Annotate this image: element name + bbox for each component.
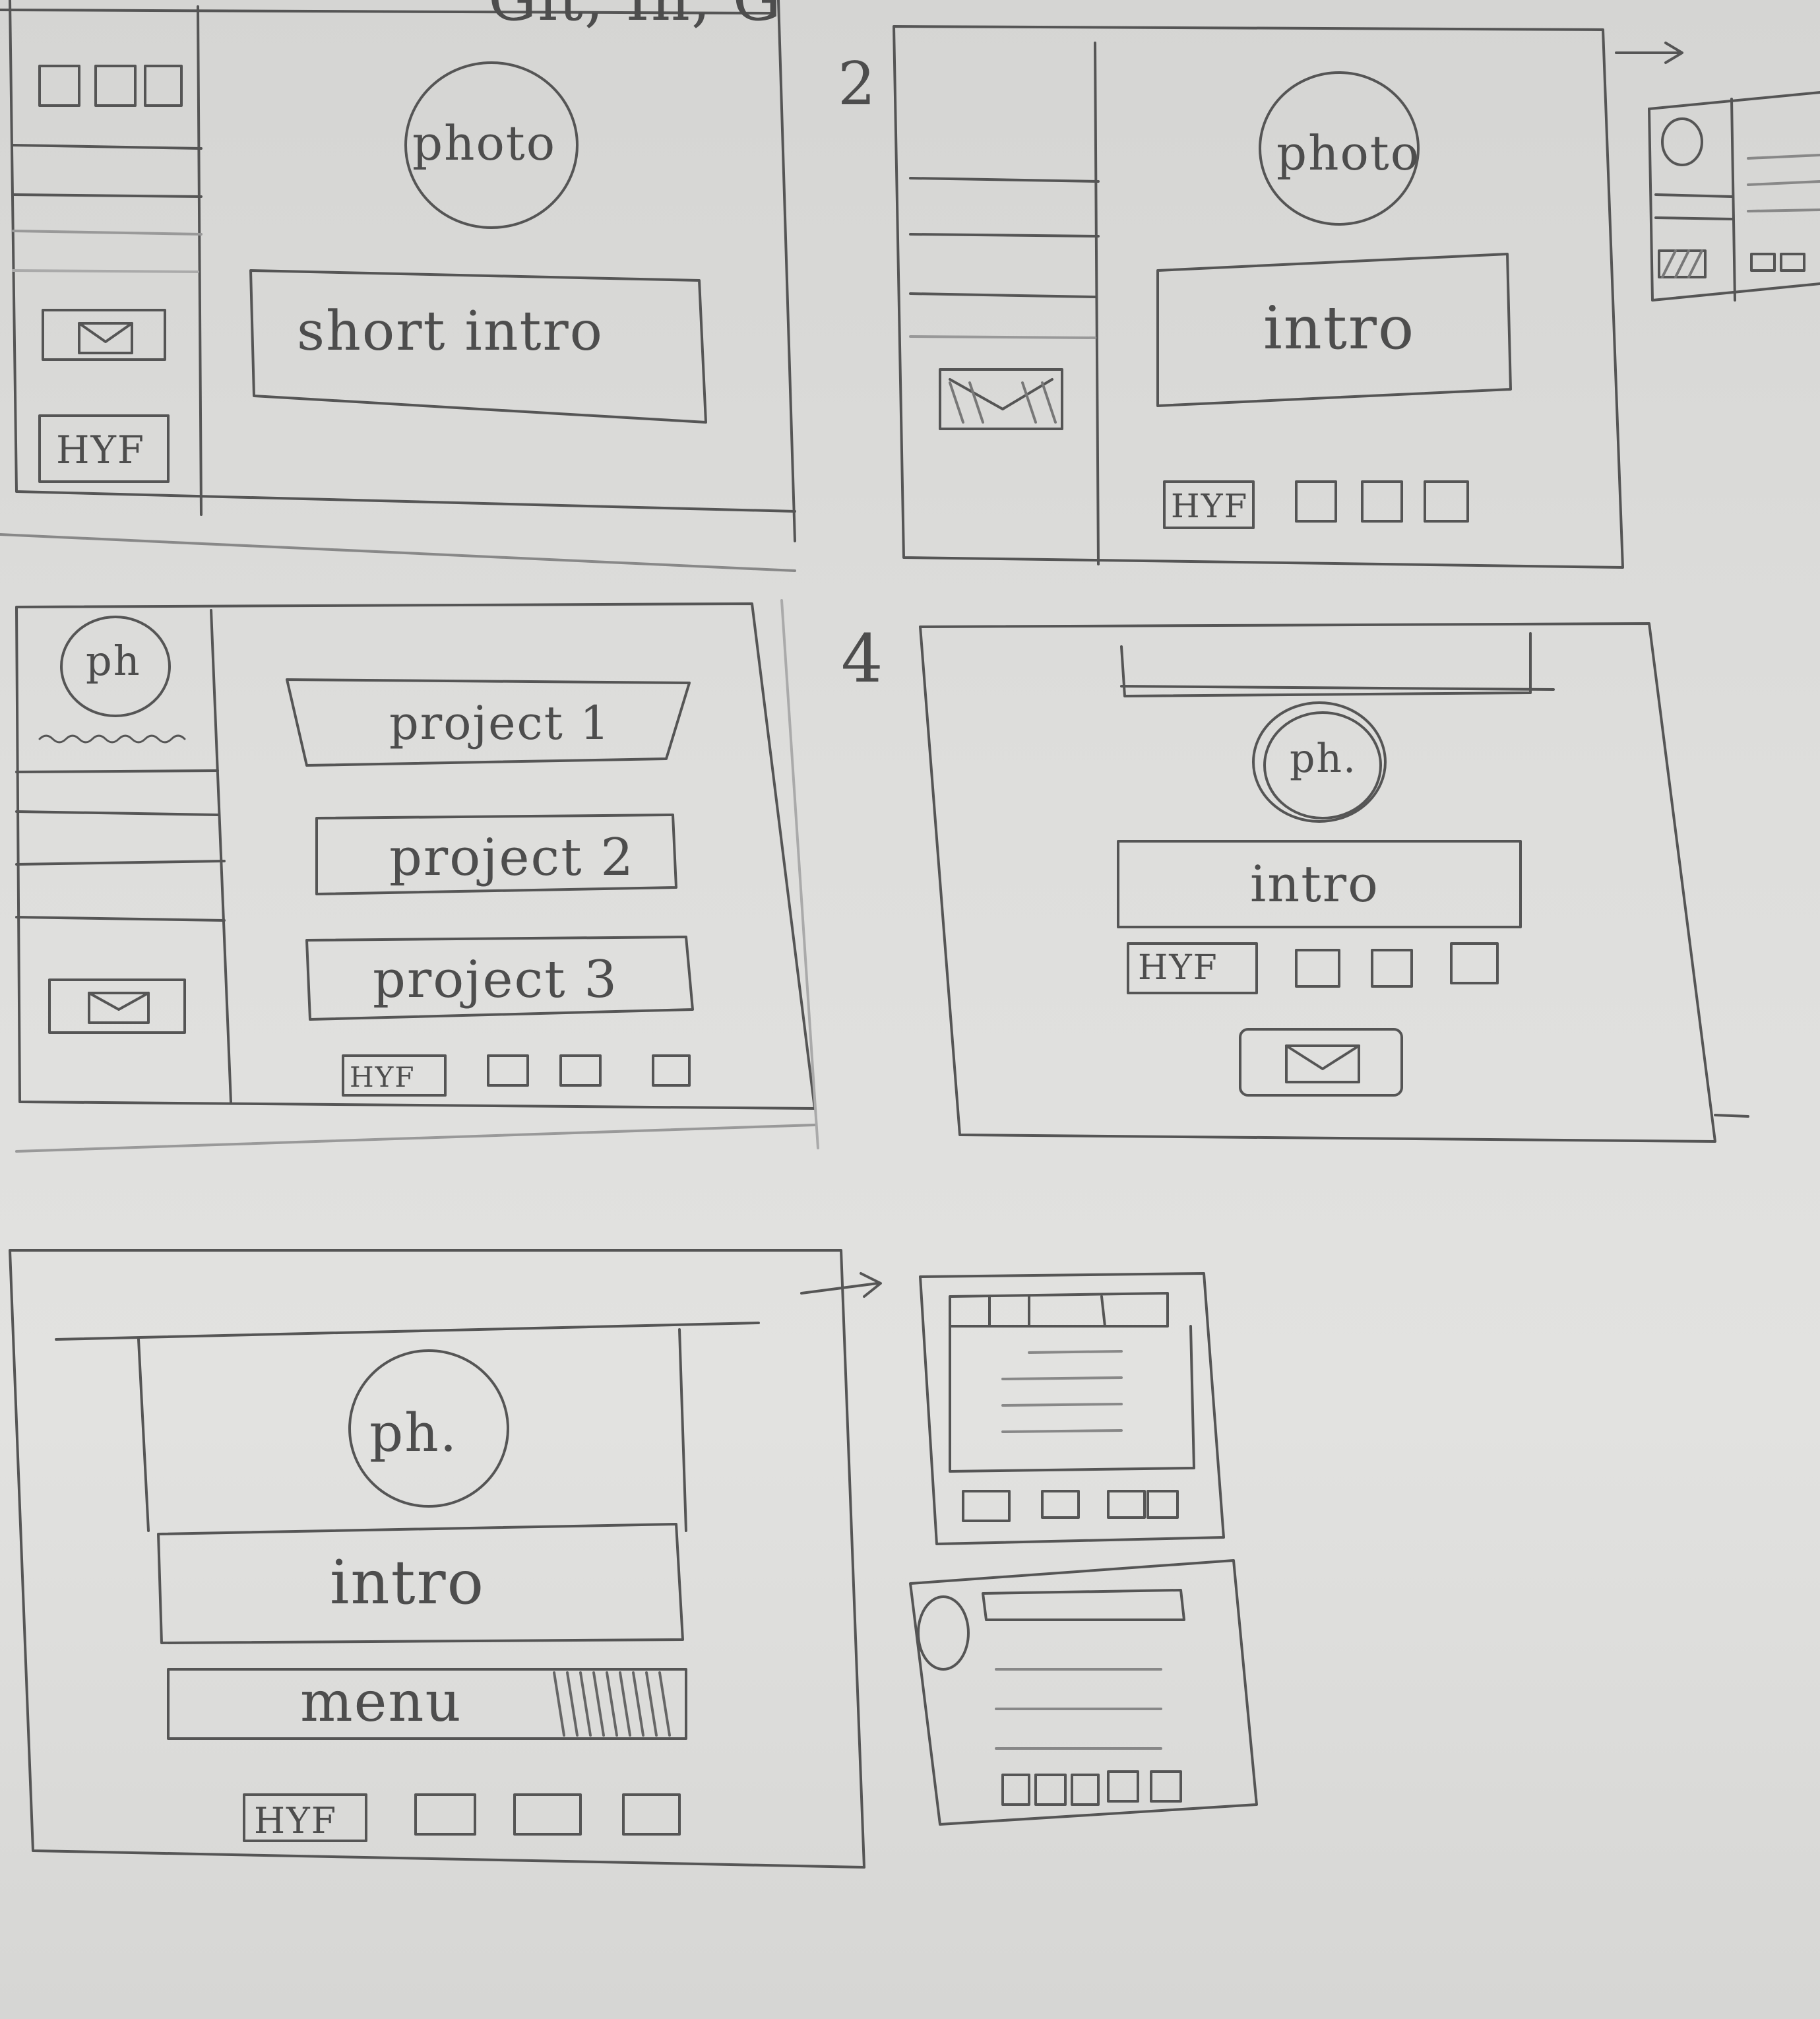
sketch-5-photo-label: ph. <box>369 1402 458 1463</box>
pencil-sketches <box>0 0 1820 1869</box>
top-note: Git, In, G <box>488 0 782 34</box>
sketch-4-photo-label: ph. <box>1290 736 1358 782</box>
sketch-2-mobile-thumbnail <box>1615 42 1820 302</box>
sketch-4-intro-label: intro <box>1250 854 1379 913</box>
sketch-number-4: 4 <box>841 620 885 697</box>
sketch-3-photo-label: ph <box>86 637 141 685</box>
sketch-3-project-1: project 1 <box>389 696 611 750</box>
sketch-1-intro-label: short intro <box>297 300 604 363</box>
sketch-1-wireframe <box>0 0 796 572</box>
sketch-3-project-2: project 2 <box>389 828 635 887</box>
sketch-5-thumbnails <box>800 1272 1258 1826</box>
sketch-4-hyf-badge: HYF <box>1138 948 1218 988</box>
sketch-2-photo-label: photo <box>1276 125 1421 181</box>
sketch-2-hyf-badge: HYF <box>1171 487 1249 525</box>
sketch-5-hyf-badge: HYF <box>254 1800 338 1842</box>
sketch-number-2: 2 <box>838 49 877 119</box>
sketch-1-photo-label: photo <box>412 115 557 171</box>
sketch-3-hyf-badge: HYF <box>350 1061 416 1093</box>
sketch-3-project-3: project 3 <box>373 950 618 1010</box>
sketch-2-intro-label: intro <box>1263 294 1416 363</box>
sketch-1-hyf-badge: HYF <box>56 428 146 472</box>
sketch-5-intro-label: intro <box>330 1547 486 1618</box>
sketch-5-menu-label: menu <box>300 1669 462 1734</box>
sketch-2-wireframe <box>893 25 1624 569</box>
